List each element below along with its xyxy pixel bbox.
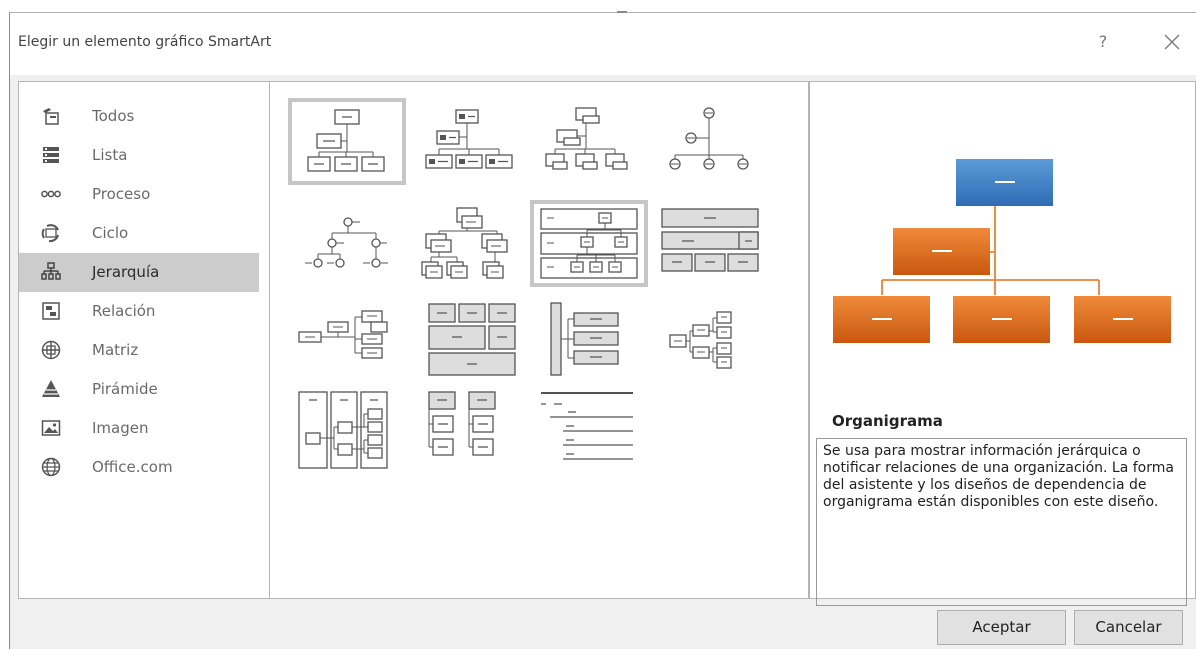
- category-label: Ciclo: [92, 224, 129, 242]
- close-icon: [1164, 34, 1180, 50]
- all-icon: [43, 108, 59, 125]
- category-label: Office.com: [92, 458, 173, 476]
- category-item-matriz[interactable]: Matriz: [19, 331, 259, 370]
- category-label: Pirámide: [92, 380, 158, 398]
- layout-labeled-hierarchy[interactable]: [409, 200, 527, 287]
- layout-hierarchy-list[interactable]: [409, 301, 527, 388]
- category-item-lista[interactable]: Lista: [19, 136, 259, 175]
- dialog-title: Elegir un elemento gráfico SmartArt: [18, 34, 272, 50]
- category-item-proceso[interactable]: Proceso: [19, 175, 259, 214]
- layout-hierarchy[interactable]: [288, 200, 406, 287]
- layout-thumbnail: [298, 391, 388, 469]
- layout-table-list[interactable]: [288, 387, 406, 474]
- cancel-button[interactable]: Cancelar: [1074, 610, 1183, 645]
- layout-circle-picture-hierarchy[interactable]: [651, 98, 769, 185]
- layout-thumbnail: [669, 107, 749, 170]
- category-label: Lista: [92, 146, 128, 164]
- category-label: Jerarquía: [92, 263, 160, 281]
- layout-architecture-layout[interactable]: [409, 387, 527, 474]
- layout-lined-list[interactable]: [530, 301, 648, 388]
- smartart-dialog: Elegir un elemento gráfico SmartArt ? To…: [9, 11, 1196, 649]
- layout-thumbnail: [421, 207, 508, 279]
- layout-thumbnail: [540, 208, 638, 279]
- pyramid-icon: [42, 380, 60, 397]
- category-label: Matriz: [92, 341, 139, 359]
- layout-thumbnail: [541, 392, 633, 460]
- layout-thumbnail: [550, 302, 619, 376]
- hierarchy-icon: [41, 262, 61, 280]
- relationship-icon: [42, 302, 60, 320]
- category-item-jerarquia[interactable]: Jerarquía: [19, 253, 259, 292]
- category-item-todos[interactable]: Todos: [19, 97, 259, 136]
- layout-horizontal-hierarchy-table[interactable]: [651, 200, 769, 287]
- category-item-imagen[interactable]: Imagen: [19, 409, 259, 448]
- layout-thumbnail: [425, 109, 513, 169]
- layout-thumbnail: [307, 109, 385, 172]
- close-button[interactable]: [1160, 28, 1184, 56]
- picture-icon: [41, 420, 61, 436]
- preview-panel: Organigrama Se usa para mostrar informac…: [809, 81, 1196, 606]
- category-label: Imagen: [92, 419, 149, 437]
- category-item-relacion[interactable]: Relación: [19, 292, 259, 331]
- category-label: Relación: [92, 302, 156, 320]
- ok-button[interactable]: Aceptar: [937, 610, 1066, 645]
- layout-hierarchy-text-lines[interactable]: [530, 387, 648, 474]
- layout-thumbnail: [669, 311, 732, 369]
- layout-thumbnail: [661, 208, 759, 272]
- layout-organization-chart[interactable]: [288, 98, 406, 185]
- preview-diagram: [833, 159, 1171, 343]
- layout-horizontal-org-chart[interactable]: [288, 301, 406, 388]
- category-item-ciclo[interactable]: Ciclo: [19, 214, 259, 253]
- category-item-office-com[interactable]: Office.com: [19, 448, 259, 487]
- preview-description: Se usa para mostrar información jerárqui…: [816, 438, 1187, 606]
- matrix-icon: [41, 340, 61, 360]
- globe-icon: [41, 457, 61, 477]
- preview-title: Organigrama: [832, 412, 943, 430]
- layout-name-and-title-org-chart[interactable]: [409, 98, 527, 185]
- layout-half-circle-org-chart[interactable]: [530, 98, 648, 185]
- layout-table-hierarchy[interactable]: [530, 200, 648, 287]
- layout-gallery: [270, 81, 809, 599]
- help-button[interactable]: ?: [1092, 28, 1114, 56]
- category-list: Todos Lista Proceso Ciclo Jerarquía Rela…: [18, 81, 270, 599]
- category-item-piramide[interactable]: Pirámide: [19, 370, 259, 409]
- layout-thumbnail: [298, 310, 388, 359]
- cycle-icon: [41, 224, 59, 243]
- title-bar: Elegir un elemento gráfico SmartArt ?: [10, 13, 1196, 75]
- category-label: Todos: [92, 107, 135, 125]
- layout-thumbnail: [305, 217, 388, 268]
- list-icon: [43, 147, 59, 163]
- process-icon: [41, 190, 61, 198]
- layout-thumbnail: [428, 303, 516, 376]
- layout-thumbnail: [545, 107, 628, 170]
- category-label: Proceso: [92, 185, 151, 203]
- layout-horizontal-labeled-hierarchy[interactable]: [651, 301, 769, 388]
- layout-thumbnail: [428, 391, 496, 456]
